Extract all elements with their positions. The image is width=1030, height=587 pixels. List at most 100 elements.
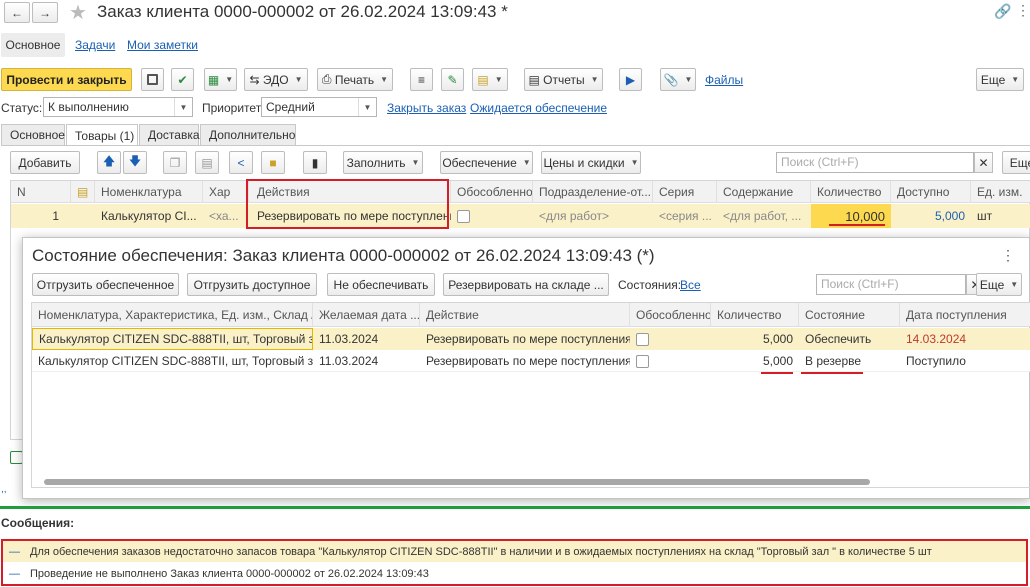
pcol-item[interactable]: Номенклатура, Характеристика, Ед. изм., … [32,303,313,327]
states-all-link[interactable]: Все [680,278,701,292]
split-icon: < [237,155,245,170]
qty-underline [761,372,793,374]
pcell-qty: 5,000 [762,332,793,346]
col-available[interactable]: Доступно [891,181,971,203]
save-button[interactable] [141,68,164,91]
pencil-icon: ✎ [447,72,458,87]
pcol-qty[interactable]: Количество [711,303,799,327]
tab-goods[interactable]: Товары (1) [66,124,138,146]
popup-horizontal-scrollbar[interactable] [44,479,870,485]
col-separate[interactable]: Обособленно [451,181,533,203]
awaiting-provision-link[interactable]: Ожидается обеспечение [470,101,607,115]
close-icon: ✕ [978,155,989,170]
goods-search-input[interactable]: Поиск (Ctrl+F) [776,152,974,173]
kebab-menu-icon[interactable]: ⋮ [1016,2,1030,19]
pcol-state[interactable]: Состояние [799,303,900,327]
nav-main[interactable]: Основное [1,33,65,57]
pcell-action: Резервировать по мере поступления [426,354,630,368]
pcell-arrival: 14.03.2024 [906,332,967,346]
pcol-date[interactable]: Желаемая дата ... [313,303,420,327]
goods-search-clear-button[interactable]: ✕ [974,152,993,173]
link-icon[interactable]: 🔗 [994,3,1011,20]
col-quantity[interactable]: Количество [811,181,891,203]
forward-button[interactable]: → [32,2,58,23]
attach-button[interactable]: 📎 ▼ [660,68,696,91]
separate-checkbox[interactable] [636,354,649,368]
nav-notes-link[interactable]: Мои заметки [127,38,198,52]
reports-button[interactable]: ▤ Отчеты ▼ [524,68,603,91]
message-item[interactable]: — Для обеспечения заказов недостаточно за… [3,541,1026,562]
prices-discounts-button[interactable]: Цены и скидки ▼ [541,151,641,174]
tab-main[interactable]: Основное [1,124,65,145]
window-title: Заказ клиента 0000-000002 от 26.02.2024 … [97,2,508,21]
fill-button[interactable]: Заполнить ▼ [343,151,423,174]
popup-search-input[interactable]: Поиск (Ctrl+F) [816,274,966,295]
pcell-state: В резерве [805,354,862,368]
col-char[interactable]: Хар [203,181,249,203]
arrow-up-icon: 🡅 [102,154,116,168]
move-up-button[interactable]: 🡅 [97,151,121,174]
pcol-action[interactable]: Действие [420,303,630,327]
copy-row-button[interactable]: ❐ [163,151,187,174]
col-content[interactable]: Содержание [717,181,811,203]
tab-delivery[interactable]: Доставка [139,124,200,145]
delete-row-button[interactable]: ▤ [195,151,219,174]
split-row-button[interactable]: < [229,151,253,174]
documents-icon: ▤ [477,72,489,87]
edit-button[interactable]: ✎ [441,68,464,91]
create-based-on-button[interactable]: ▦ ▼ [204,68,237,91]
goods-more-button[interactable]: Еще [1002,151,1030,174]
close-order-link[interactable]: Закрыть заказ [387,101,466,115]
pick-goods-button[interactable]: ■ [261,151,285,174]
separate-checkbox[interactable] [636,332,649,346]
separate-checkbox[interactable] [457,209,470,223]
files-link[interactable]: Файлы [705,73,743,87]
cell-n: 1 [52,209,59,223]
tab-panel-border [1,145,1030,146]
send-button[interactable]: ▶ [619,68,642,91]
ship-provided-button[interactable]: Отгрузить обеспеченное [32,273,179,296]
popup-kebab-icon[interactable]: ⋮ [1001,247,1015,264]
tab-additional[interactable]: Дополнительно [200,124,296,145]
reserve-in-warehouse-button[interactable]: Резервировать на складе ... [443,273,609,296]
col-department[interactable]: Подразделение-от... [533,181,653,203]
related-docs-button[interactable]: ▤ ▼ [472,68,508,91]
print-button[interactable]: ⎙ Печать ▼ [317,68,393,91]
message-item[interactable]: — Проведение не выполнено Заказ клиента 0… [3,563,1026,584]
col-unit[interactable]: Ед. изм. [971,181,1030,203]
table-row[interactable]: Калькулятор CITIZEN SDC-888TII, шт, Торг… [32,328,1030,350]
col-series[interactable]: Серия [653,181,717,203]
structure-button[interactable]: ≡ [410,68,433,91]
printer-icon: ⎙ [321,72,332,86]
pcell-action: Резервировать по мере поступления [426,332,630,346]
col-n[interactable]: N [11,181,71,203]
back-button[interactable]: ← [4,2,30,23]
nav-tasks-link[interactable]: Задачи [75,38,115,52]
post-and-close-button[interactable]: Провести и закрыть [1,68,132,91]
action-column-highlight [246,179,449,229]
table-row[interactable]: Калькулятор CITIZEN SDC-888TII, шт, Торг… [32,350,1030,372]
col-icon[interactable]: ▤ [71,181,95,203]
col-nomenclature[interactable]: Номенклатура [95,181,203,203]
popup-more-button[interactable]: Еще ▼ [976,273,1022,296]
post-button[interactable]: ✔ [171,68,194,91]
ship-available-button[interactable]: Отгрузить доступное [187,273,317,296]
delete-icon: ▤ [201,155,213,170]
star-icon[interactable]: ★ [69,0,87,25]
floppy-icon [147,74,158,85]
priority-select[interactable]: Средний ▼ [261,97,377,117]
pcol-separate[interactable]: Обособленно [630,303,711,327]
edo-button[interactable]: ⇆ ЭДО ▼ [244,68,308,91]
pcol-arrival[interactable]: Дата поступления [900,303,1030,327]
pcell-item: Калькулятор CITIZEN SDC-888TII, шт, Торг… [32,328,313,350]
pcell-state: Обеспечить [805,332,872,346]
move-down-button[interactable]: 🡇 [123,151,147,174]
not-provide-button[interactable]: Не обеспечивать [327,273,435,296]
barcode-button[interactable]: ▮ [303,151,327,174]
more-button[interactable]: Еще ▼ [976,68,1024,91]
dash-icon: — [9,545,20,558]
provision-button[interactable]: Обеспечение ▼ [440,151,533,174]
chevron-down-icon: ▼ [358,98,376,116]
add-button[interactable]: Добавить [10,151,80,174]
status-select[interactable]: К выполнению ▼ [43,97,193,117]
